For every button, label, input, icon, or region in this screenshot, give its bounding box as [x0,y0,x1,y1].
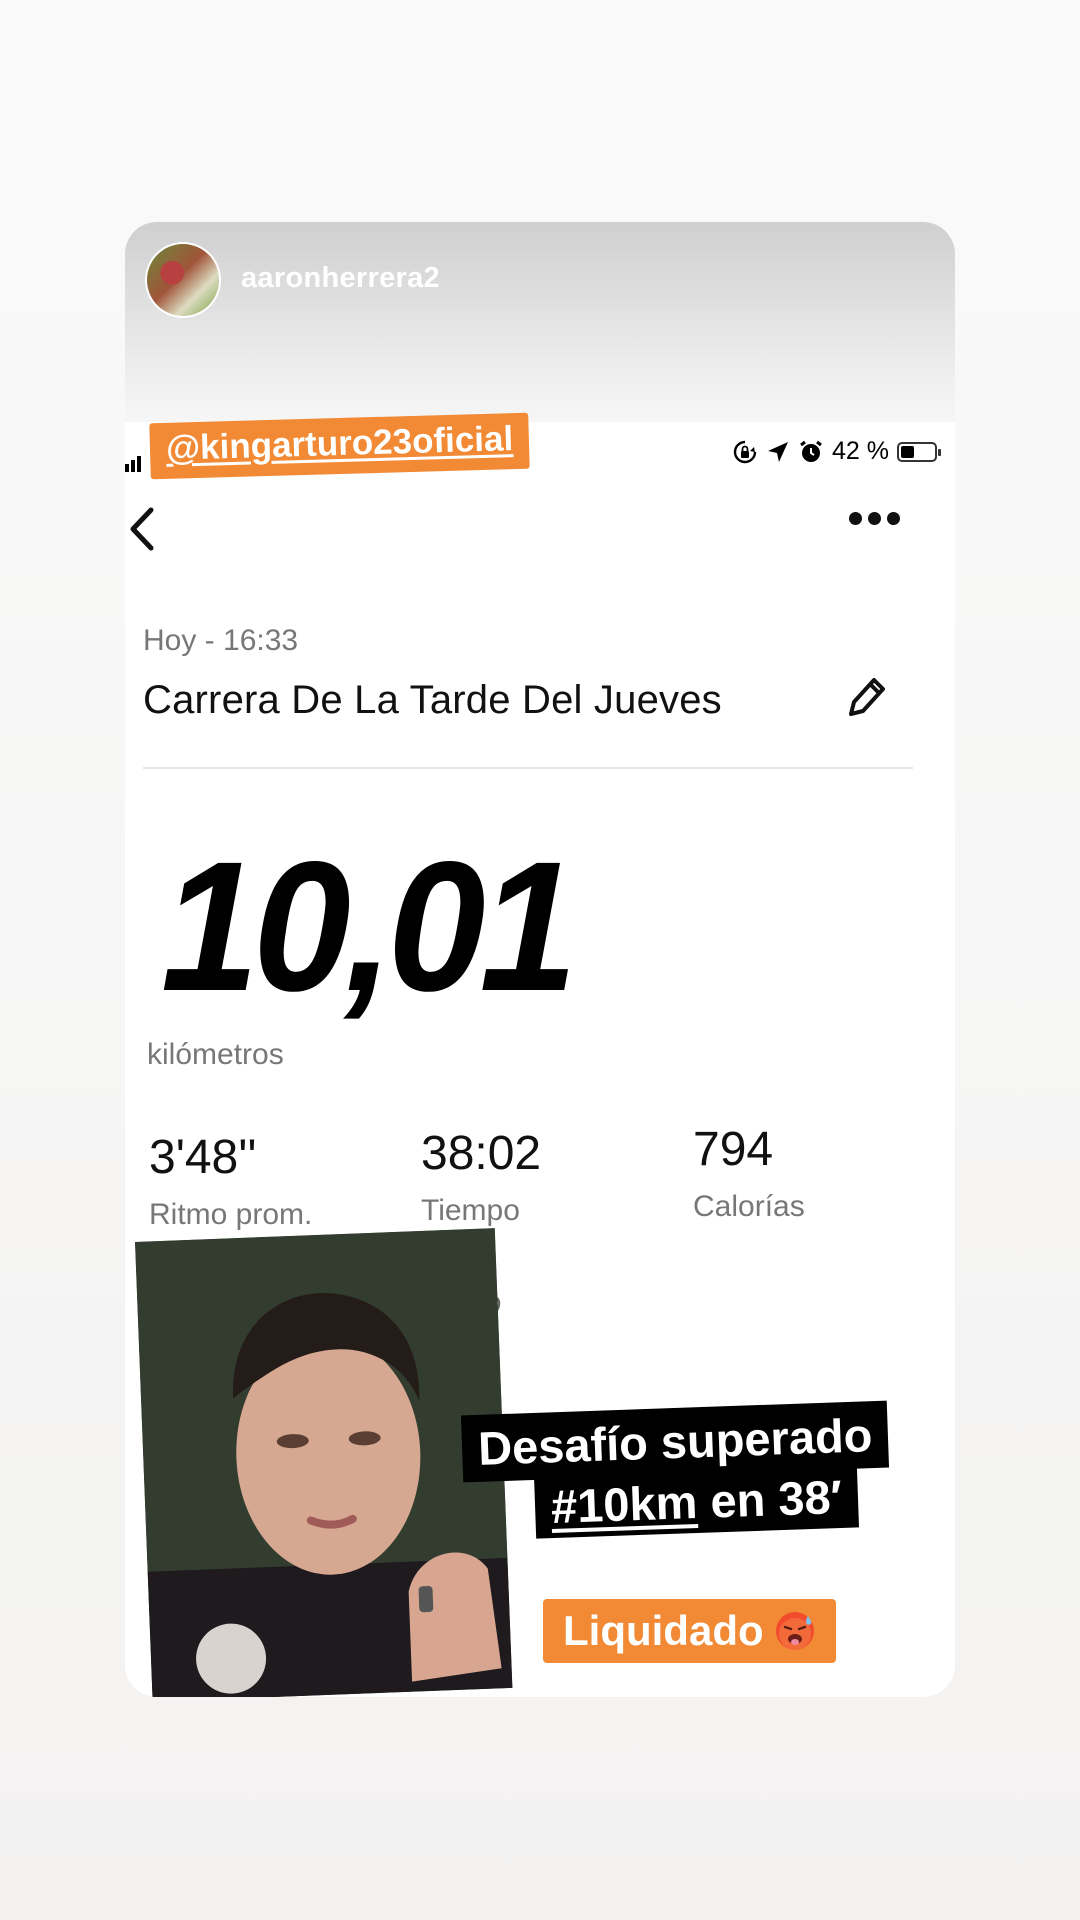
caption-line-2: #10km en 38′ [533,1464,859,1539]
battery-percent: 42 % [832,437,889,465]
liquidado-label: Liquidado [563,1607,764,1654]
avatar[interactable] [147,244,219,316]
activity-title: Carrera De La Tarde Del Jueves [143,678,722,722]
mention-tag[interactable]: @kingarturo23oficial [149,412,530,480]
status-bar-right: 42 % [732,437,941,466]
distance-value: 10,01 [161,824,577,1030]
alarm-icon [800,440,822,462]
orientation-lock-icon [733,440,757,463]
distance-unit: kilómetros [147,1038,284,1071]
liquidado-tag: Liquidado [543,1599,836,1663]
more-dot-icon [868,512,881,525]
activity-date: Hoy - 16:33 [143,624,299,657]
hashtag-10km[interactable]: #10km [550,1475,698,1533]
hot-face-emoji-icon [775,1612,814,1650]
caption-rest: en 38′ [696,1469,843,1528]
location-arrow-icon [768,441,789,462]
calories-value: 794 [693,1123,774,1176]
signal-icon [125,454,147,472]
pace-label: Ritmo prom. [149,1198,313,1231]
pencil-edit-icon[interactable] [843,672,889,722]
story-card: aaronherrera2 @kingarturo23oficial 42 % [125,222,955,1697]
time-value: 38:02 [421,1127,542,1180]
divider [143,767,913,769]
back-button[interactable] [125,504,163,554]
story-header: aaronherrera2 [125,222,955,422]
pace-value: 3'48'' [149,1131,257,1184]
more-dot-icon [887,512,900,525]
more-options-button[interactable] [849,512,909,536]
calories-label: Calorías [693,1190,805,1223]
username[interactable]: aaronherrera2 [241,262,440,295]
selfie-photo [135,1228,513,1697]
time-label: Tiempo [421,1194,520,1227]
battery-icon [897,441,941,462]
more-dot-icon [849,512,862,525]
